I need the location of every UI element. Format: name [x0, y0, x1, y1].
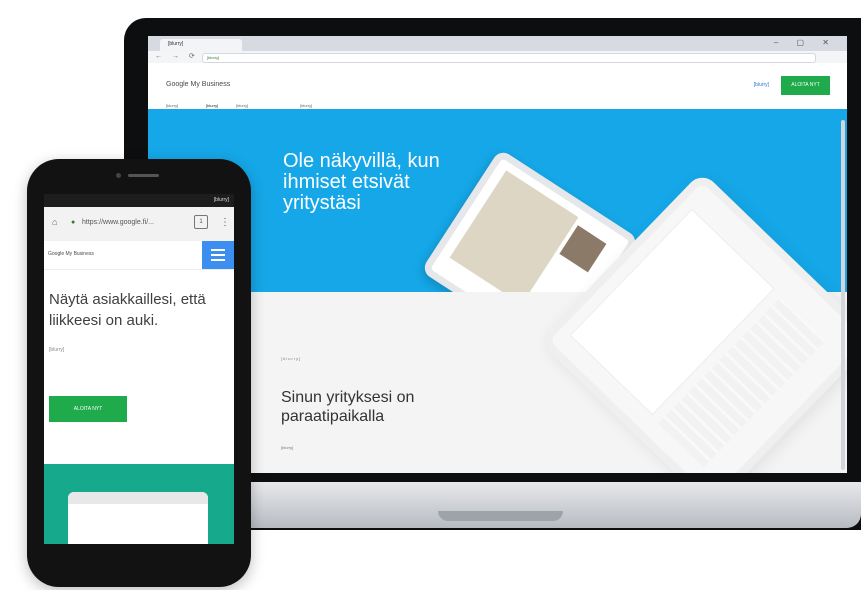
phone-camera — [116, 173, 121, 178]
tabs-icon[interactable]: 1 — [194, 215, 208, 229]
scrollbar[interactable] — [841, 120, 845, 470]
lock-icon: ● — [71, 219, 76, 226]
phone-urlbar: ⌂ ● https://www.google.fi/... 1 ⋮ — [44, 207, 234, 242]
phone-screen: [blurry] ⌂ ● https://www.google.fi/... 1… — [44, 194, 234, 544]
section-title: Sinun yrityksesi on paraatipaikalla — [281, 389, 415, 425]
site-header: Google My Business [blurry] ALOITA NYT [… — [148, 63, 847, 111]
browser-tab-title: [blurry] — [168, 41, 184, 47]
menu-icon-line — [211, 254, 225, 256]
nav-item[interactable]: [blurry] — [166, 103, 178, 108]
menu-button[interactable] — [202, 241, 234, 269]
hero-title: Ole näkyvillä, kun ihmiset etsivät yrity… — [283, 150, 440, 214]
nav-item[interactable]: [blurry] — [236, 103, 248, 108]
nav-item[interactable]: [blurry] — [300, 103, 312, 108]
phone-copy: [blurry] — [49, 347, 65, 353]
phone-start-button[interactable]: ALOITA NYT — [49, 396, 127, 422]
phone-preview-bar — [68, 492, 208, 504]
browser-tabbar: [blurry] – ▢ ✕ — [148, 36, 847, 51]
laptop-screen: [blurry] – ▢ ✕ ← → ⟳ ⌂ [blurry] Google M… — [148, 36, 847, 473]
start-button[interactable]: ALOITA NYT — [781, 76, 830, 95]
menu-icon-line — [211, 259, 225, 261]
phone-site-header: Google My Business — [44, 241, 234, 270]
window-controls[interactable]: – ▢ ✕ — [774, 38, 837, 47]
address-bar[interactable]: [blurry] — [202, 53, 816, 63]
phone-frame: [blurry] ⌂ ● https://www.google.fi/... 1… — [27, 159, 251, 587]
phone-status-text: [blurry] — [213, 197, 229, 203]
phone-preview-card — [68, 492, 208, 544]
laptop-notch — [438, 511, 563, 521]
phone-status-bar: [blurry] — [44, 194, 234, 207]
menu-icon-line — [211, 249, 225, 251]
tablet-map — [449, 170, 579, 305]
url-text: [blurry] — [207, 55, 220, 60]
section-kicker: [blurry] — [281, 356, 302, 361]
site-logo[interactable]: Google My Business — [166, 81, 230, 88]
signin-link[interactable]: [blurry] — [754, 82, 769, 88]
kebab-icon[interactable]: ⋮ — [220, 217, 230, 228]
phone-speaker — [128, 174, 159, 177]
phone-site-logo[interactable]: Google My Business — [48, 251, 94, 257]
phone-title: Näytä asiakkaillesi, että liikkeesi on a… — [49, 291, 206, 329]
phone-preview-section — [44, 464, 234, 544]
phone-url-text[interactable]: https://www.google.fi/... — [82, 219, 154, 226]
home-icon[interactable]: ⌂ — [52, 217, 57, 227]
section-body: [blurry] — [281, 445, 294, 450]
